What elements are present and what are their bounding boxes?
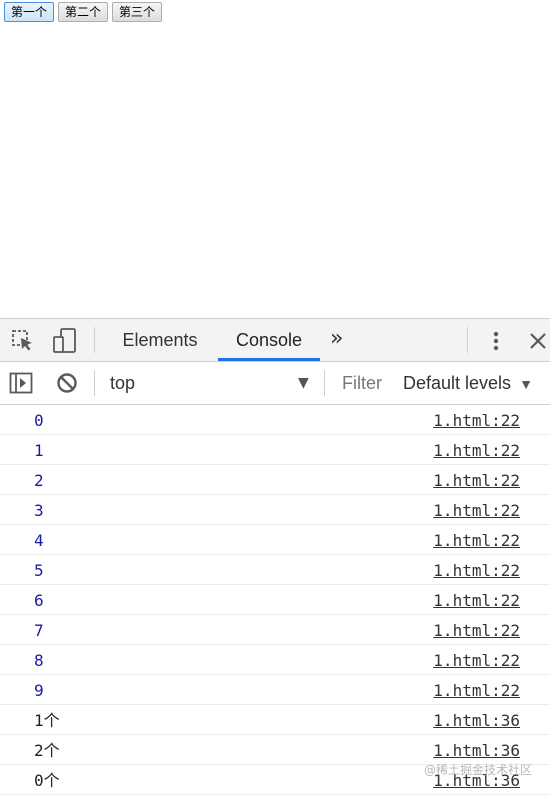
console-message-text: 9	[34, 681, 44, 700]
console-message-text: 0个	[34, 771, 60, 790]
clear-console-icon[interactable]	[54, 370, 80, 396]
console-message-source-link[interactable]: 1.html:22	[433, 676, 520, 705]
page: 第一个 第二个 第三个 Elements Console » top ▼ Fil…	[0, 0, 550, 796]
console-message: 7 1.html:22	[0, 615, 550, 645]
devtools-main-toolbar: Elements Console »	[0, 319, 550, 362]
close-icon[interactable]	[526, 328, 550, 354]
console-message-source-link[interactable]: 1.html:22	[433, 586, 520, 615]
third-button[interactable]: 第三个	[112, 2, 163, 22]
devtools-panel: Elements Console » top ▼ Filter Default …	[0, 318, 550, 796]
console-message-source-link[interactable]: 1.html:22	[433, 646, 520, 675]
console-message-text: 3	[34, 501, 44, 520]
tab-console-label: Console	[235, 330, 303, 350]
tab-elements[interactable]: Elements	[110, 319, 210, 361]
console-message-source-link[interactable]: 1.html:22	[433, 436, 520, 465]
filter-input[interactable]: Filter	[336, 368, 392, 398]
console-message-source-link[interactable]: 1.html:22	[433, 466, 520, 495]
console-message-text: 2	[34, 471, 44, 490]
active-tab-indicator	[218, 358, 320, 361]
console-message: 0 1.html:22	[0, 405, 550, 435]
console-message: 8 1.html:22	[0, 645, 550, 675]
console-message-text: 8	[34, 651, 44, 670]
console-message-text: 7	[34, 621, 44, 640]
toolbar-divider	[94, 327, 95, 353]
console-message-source-link[interactable]: 1.html:36	[433, 706, 520, 735]
console-message-text: 6	[34, 591, 44, 610]
context-selector[interactable]: top	[110, 362, 135, 404]
toolbar-divider	[324, 370, 325, 396]
console-message-text: 4	[34, 531, 44, 550]
console-message-source-link[interactable]: 1.html:22	[433, 616, 520, 645]
more-tabs-button[interactable]: »	[330, 319, 343, 361]
console-toolbar: top ▼ Filter Default levels ▼	[0, 362, 550, 405]
first-button[interactable]: 第一个	[4, 2, 55, 22]
console-message-source-link[interactable]: 1.html:22	[433, 496, 520, 525]
console-message-text: 5	[34, 561, 44, 580]
inspect-element-icon[interactable]	[10, 328, 36, 354]
context-dropdown-caret-icon[interactable]: ▼	[298, 362, 309, 404]
log-levels-dropdown[interactable]: Default levels ▼	[403, 362, 533, 404]
console-message-text: 1个	[34, 711, 60, 730]
console-message: 9 1.html:22	[0, 675, 550, 705]
toolbar-divider	[94, 370, 95, 396]
device-toolbar-icon[interactable]	[52, 328, 78, 354]
console-message: 2 1.html:22	[0, 465, 550, 495]
console-message-source-link[interactable]: 1.html:22	[433, 526, 520, 555]
console-message-source-link[interactable]: 1.html:22	[433, 406, 520, 435]
console-message-source-link[interactable]: 1.html:22	[433, 556, 520, 585]
page-button-group: 第一个 第二个 第三个	[4, 2, 163, 22]
show-sidebar-icon[interactable]	[8, 370, 34, 396]
second-button[interactable]: 第二个	[58, 2, 109, 22]
tab-console[interactable]: Console	[218, 319, 320, 361]
console-message: 1个 1.html:36	[0, 705, 550, 735]
log-levels-caret-icon: ▼	[519, 376, 533, 392]
more-options-icon[interactable]	[484, 328, 508, 354]
console-message: 1 1.html:22	[0, 435, 550, 465]
log-levels-label: Default levels	[403, 373, 512, 393]
console-messages: 0 1.html:22 1 1.html:22 2 1.html:22 3 1.…	[0, 405, 550, 795]
watermark: @稀土掘金技术社区	[423, 763, 532, 777]
console-message: 4 1.html:22	[0, 525, 550, 555]
console-message-text: 2个	[34, 741, 60, 760]
toolbar-divider	[467, 327, 468, 353]
console-message: 3 1.html:22	[0, 495, 550, 525]
console-message-text: 1	[34, 441, 44, 460]
console-message: 5 1.html:22	[0, 555, 550, 585]
console-message-text: 0	[34, 411, 44, 430]
console-message: 6 1.html:22	[0, 585, 550, 615]
